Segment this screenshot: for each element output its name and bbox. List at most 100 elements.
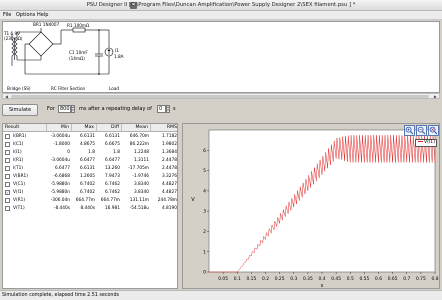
graph-panel[interactable]: 0 1 2 3 4 5 6 0.05 0.1 0.15 0.2 0.25 0.3 0.35 0.4 0.45 0… — [182, 123, 440, 289]
cell-max: 8.440s — [80, 206, 95, 211]
col-mean[interactable]: Mean — [122, 124, 151, 132]
seconds-label: s — [173, 106, 176, 112]
cell-diff: 13.260 — [104, 166, 120, 171]
cell-diff: 6.6131 — [104, 134, 120, 139]
table-row[interactable]: I(R1) -3.0604u 6.6477 6.6477 1.3111 2.4478 — [3, 157, 177, 165]
table-row[interactable]: ✓ V(I1) -5.9880n 6.7402 6.7462 3.8340 4.4827 — [3, 189, 177, 197]
ms-delay-label: ms after a repeating delay of — [79, 106, 152, 112]
row-checkbox[interactable] — [5, 158, 10, 163]
cell-diff: 7.9473 — [104, 174, 120, 179]
cell-max: 6.6477 — [79, 158, 95, 163]
scroll-right-icon[interactable]: ▶ — [434, 94, 437, 99]
row-checkbox[interactable] — [5, 206, 10, 211]
x-tick-label: 0.4 — [319, 276, 326, 282]
y-tick-label: 6 — [203, 148, 206, 154]
menu-options[interactable]: Options — [16, 12, 35, 18]
y-tick-label: 0 — [203, 270, 206, 276]
duration-spinner[interactable]: ▴ ▾ — [71, 105, 75, 113]
table-row[interactable]: V(C1) -5.9880n 6.7402 6.7462 3.8340 4.4827 — [3, 181, 177, 189]
cell-min: -5.9880n — [50, 190, 70, 195]
simulate-button[interactable]: Simulate — [2, 104, 38, 116]
title-bar: ✕ PSU Designer II [C:\Program Files\Dunc… — [0, 0, 442, 11]
table-row[interactable]: V(R1) -306.04n 664.77m 664.77m 131.11m 244.78… — [3, 197, 177, 205]
x-tick-label: 0.1 — [234, 276, 241, 282]
label-r1: R1 100mΩ — [67, 23, 90, 28]
y-tick-label: 3 — [203, 209, 206, 215]
cell-rms: 244.78m — [157, 198, 177, 203]
cell-min: -1.8000 — [53, 142, 70, 147]
chart-legend: V(I1) — [415, 139, 437, 147]
row-checkbox[interactable] — [5, 142, 10, 147]
table-row[interactable]: I(I1) 0 1.8 1.8 1.2248 1.3684 — [3, 149, 177, 157]
scrollbar-thumb[interactable] — [11, 95, 429, 98]
cell-rms: 2.4478 — [161, 158, 177, 163]
legend-swatch — [417, 141, 423, 142]
zoom-out-icon[interactable] — [416, 125, 427, 136]
col-result[interactable]: Result — [3, 124, 47, 132]
menu-help[interactable]: Help — [37, 12, 48, 18]
duration-field[interactable]: 800 — [58, 105, 71, 113]
cell-rms: 1.7182 — [161, 134, 177, 139]
label-i1-value: 1.8A — [114, 54, 124, 59]
zoom-in-icon[interactable] — [404, 125, 415, 136]
cell-mean: 1.2248 — [133, 150, 149, 155]
x-tick-label: 0.05 — [218, 276, 228, 282]
row-checkbox[interactable]: ✓ — [5, 190, 10, 195]
cell-min: 0 — [67, 150, 70, 155]
delay-field[interactable]: 0 — [157, 105, 166, 113]
status-bar: Simulation complete, elapsed time 2.51 s… — [0, 290, 442, 300]
cell-rms: 4.4827 — [161, 190, 177, 195]
row-checkbox[interactable] — [5, 150, 10, 155]
result-name: V(R1) — [13, 198, 26, 203]
table-row[interactable]: I(BR1) -3.0604u 6.6131 6.6131 646.70m 1.7182 — [3, 133, 177, 141]
cell-rms: 1.3684 — [161, 150, 177, 155]
col-min[interactable]: Min — [47, 124, 72, 132]
col-diff[interactable]: Diff — [97, 124, 122, 132]
row-checkbox[interactable] — [5, 134, 10, 139]
menu-file[interactable]: File — [3, 12, 11, 18]
label-c1-esr: (14mΩ) — [69, 56, 85, 61]
y-tick-label: 5 — [203, 168, 206, 174]
status-text: Simulation complete, elapsed time 2.51 s… — [2, 293, 119, 298]
label-i1: I1 — [115, 48, 119, 53]
delay-spinner[interactable]: ▴ ▾ — [166, 105, 170, 113]
cell-mean: 3.8340 — [133, 190, 149, 195]
cell-rms: 2.4478 — [161, 166, 177, 171]
table-row[interactable]: V(BR1) -6.6868 1.2605 7.9473 -1.9746 3.3276 — [3, 173, 177, 181]
scroll-left-icon[interactable]: ◀ — [5, 94, 8, 99]
result-name: I(T1) — [13, 166, 23, 171]
plot-area — [208, 129, 436, 273]
table-row[interactable]: V(T1) -8.440s 8.440s 16.981 -54.518u 4.8190 — [3, 205, 177, 213]
cell-min: -306.04n — [50, 198, 70, 203]
label-t1-resistance: (230mΩ) — [4, 36, 23, 41]
cell-min: -6.6868 — [53, 174, 70, 179]
y-tick-label: 2 — [203, 229, 206, 235]
row-checkbox[interactable] — [5, 174, 10, 179]
cell-mean: -17.705m — [128, 166, 149, 171]
table-row[interactable]: I(C1) -1.8000 4.8675 6.6675 86.222m 1.9802 — [3, 141, 177, 149]
result-name: I(I1) — [13, 150, 22, 155]
label-br1: BR1 1N4007 — [33, 22, 60, 27]
cell-mean: 131.11m — [129, 198, 149, 203]
cell-diff: 6.7462 — [104, 190, 120, 195]
x-tick-label: 0.3 — [290, 276, 297, 282]
results-table[interactable]: Result Min Max Diff Mean RMS I(BR1) -3.06… — [2, 123, 178, 289]
schematic-panel[interactable]: BR1 1N4007 T1 6.9V (230mΩ) R1 100mΩ C1 1… — [2, 21, 440, 93]
row-checkbox[interactable] — [5, 198, 10, 203]
row-checkbox[interactable] — [5, 182, 10, 187]
cell-diff: 16.981 — [104, 206, 120, 211]
col-rms[interactable]: RMS — [151, 124, 177, 132]
label-load-section: Load — [109, 86, 120, 91]
schematic-scrollbar[interactable]: ◀ ▶ — [2, 93, 440, 99]
row-checkbox[interactable] — [5, 166, 10, 171]
table-row[interactable]: I(T1) 6.6477 6.6131 13.260 -17.705m 2.4478 — [3, 165, 177, 173]
x-tick-label: 0.55 — [359, 276, 369, 282]
x-tick-label: 0.25 — [275, 276, 285, 282]
cell-max: 1.8 — [88, 150, 95, 155]
zoom-reset-icon[interactable] — [428, 125, 439, 136]
col-max[interactable]: Max — [72, 124, 97, 132]
cell-max: 4.8675 — [79, 142, 95, 147]
voltage-chart[interactable]: 0 1 2 3 4 5 6 0.05 0.1 0.15 0.2 0.25 0.3 0.35 0.4 0.45 0… — [183, 124, 441, 290]
cell-diff: 6.7462 — [104, 182, 120, 187]
cell-mean: 646.70m — [129, 134, 149, 139]
